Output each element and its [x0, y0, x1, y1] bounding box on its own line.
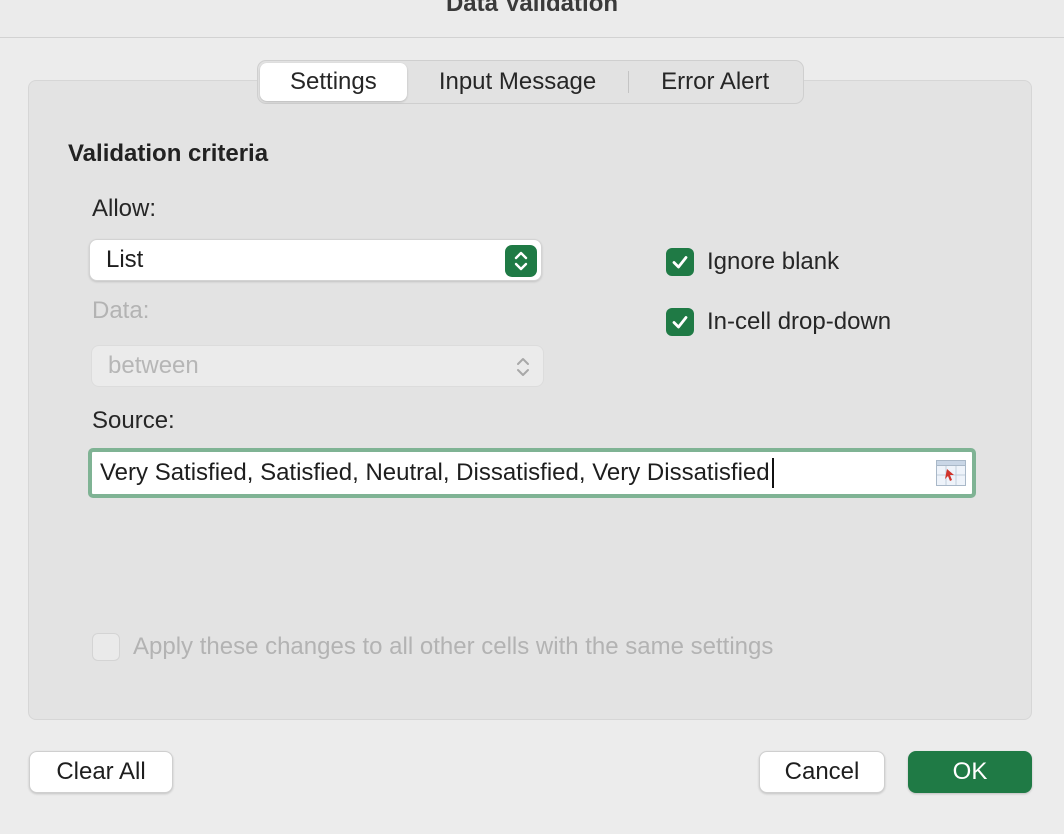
checkmark-icon [672, 256, 688, 269]
ignore-blank-option[interactable]: Ignore blank [666, 248, 839, 276]
data-label: Data: [92, 297, 150, 324]
data-select: between [91, 345, 544, 387]
apply-all-option: Apply these changes to all other cells w… [92, 633, 773, 661]
checkmark-icon [672, 316, 688, 329]
window-title: Data Validation [445, 0, 619, 17]
source-label: Source: [92, 407, 175, 434]
validation-criteria-heading: Validation criteria [68, 140, 269, 167]
allow-select[interactable]: List [89, 239, 542, 281]
allow-label: Allow: [92, 195, 157, 222]
cancel-button[interactable]: Cancel [759, 751, 885, 793]
tab-settings[interactable]: Settings [260, 63, 407, 101]
source-input[interactable]: Very Satisfied, Satisfied, Neutral, Diss… [88, 448, 976, 498]
in-cell-dropdown-checkbox[interactable] [666, 308, 694, 336]
ignore-blank-checkbox[interactable] [666, 248, 694, 276]
ok-button[interactable]: OK [908, 751, 1032, 793]
clear-all-button[interactable]: Clear All [29, 751, 173, 793]
chevron-up-down-icon [505, 245, 537, 277]
ignore-blank-label: Ignore blank [707, 248, 840, 275]
range-selector-icon[interactable] [936, 460, 966, 486]
data-select-value: between [108, 352, 199, 379]
apply-all-label: Apply these changes to all other cells w… [133, 633, 774, 660]
title-bar: Data Validation [0, 0, 1064, 38]
text-cursor [771, 458, 774, 488]
tab-input-message[interactable]: Input Message [407, 63, 629, 101]
tab-bar: Settings Input Message Error Alert [257, 60, 804, 104]
settings-panel [28, 80, 1032, 720]
apply-all-checkbox [92, 633, 120, 661]
allow-select-value: List [106, 246, 144, 273]
tab-error-alert[interactable]: Error Alert [629, 63, 801, 101]
source-input-value: Very Satisfied, Satisfied, Neutral, Diss… [100, 459, 770, 486]
in-cell-dropdown-option[interactable]: In-cell drop-down [666, 308, 891, 336]
chevron-up-down-icon [511, 352, 535, 382]
in-cell-dropdown-label: In-cell drop-down [707, 308, 892, 335]
